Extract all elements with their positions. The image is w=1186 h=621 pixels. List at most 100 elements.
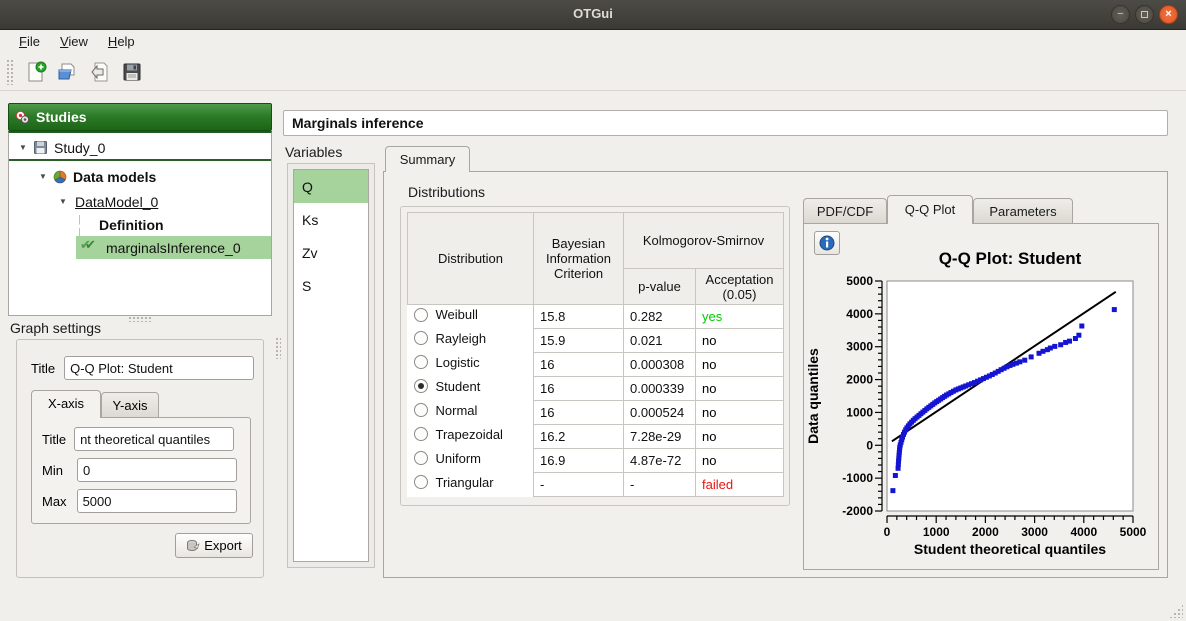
table-row[interactable]: Triangular - - failed — [408, 473, 784, 497]
pvalue-value: 0.000524 — [624, 401, 696, 425]
tree-item-data-model[interactable]: ▼ DataModel_0 — [9, 190, 271, 213]
radio-button[interactable] — [414, 451, 428, 465]
tab-x-axis[interactable]: X-axis — [31, 390, 101, 418]
variables-list: Q Ks Zv S — [293, 169, 369, 562]
distribution-name: Trapezoidal — [436, 427, 503, 442]
acceptation-value: no — [696, 329, 784, 353]
window-resize-grip[interactable] — [1169, 604, 1183, 618]
menu-file[interactable]: File — [10, 32, 49, 51]
svg-text:-1000: -1000 — [842, 471, 873, 485]
minimize-icon[interactable]: − — [1111, 5, 1130, 24]
vertical-splitter-handle[interactable] — [275, 337, 281, 359]
bic-value: 16.9 — [534, 449, 624, 473]
acceptation-value: no — [696, 449, 784, 473]
distribution-name: Triangular — [436, 475, 494, 490]
tree-item-data-model-label: DataModel_0 — [75, 194, 158, 210]
radio-button[interactable] — [414, 379, 428, 393]
pvalue-value: 0.021 — [624, 329, 696, 353]
svg-text:2000: 2000 — [972, 525, 999, 539]
variable-item-s[interactable]: S — [294, 269, 368, 302]
export-button[interactable]: Export — [175, 533, 253, 558]
tree-item-definition-label: Definition — [99, 217, 164, 233]
acceptation-value: no — [696, 425, 784, 449]
graph-title-input[interactable] — [64, 356, 254, 380]
menu-help[interactable]: Help — [99, 32, 144, 51]
qq-plot-chart: Q-Q Plot: Student010002000300040005000-2… — [805, 247, 1157, 559]
distributions-table: Distribution Bayesian Information Criter… — [407, 212, 784, 497]
axis-max-input[interactable] — [77, 489, 237, 513]
pvalue-value: - — [624, 473, 696, 497]
expand-arrow-icon[interactable]: ▼ — [17, 143, 29, 152]
axis-title-input[interactable] — [74, 427, 234, 451]
acceptation-value: failed — [696, 473, 784, 497]
distribution-name: Student — [436, 379, 481, 394]
export-button-label: Export — [204, 538, 242, 553]
expand-arrow-icon[interactable]: ▼ — [57, 197, 69, 206]
table-row[interactable]: Trapezoidal 16.2 7.28e-29 no — [408, 425, 784, 449]
import-script-icon — [89, 61, 111, 83]
radio-button[interactable] — [414, 403, 428, 417]
title-bar[interactable]: OTGui − × — [0, 0, 1186, 30]
tree-item-data-models[interactable]: ▼ Data models — [9, 165, 271, 188]
toolbar-drag-handle[interactable] — [6, 59, 14, 85]
export-icon — [186, 539, 200, 553]
variable-item-q[interactable]: Q — [294, 170, 368, 203]
tree-item-marginals-label: marginalsInference_0 — [106, 240, 241, 256]
acceptation-value: yes — [696, 305, 784, 329]
variable-item-zv[interactable]: Zv — [294, 236, 368, 269]
window-controls: − × — [1111, 5, 1178, 24]
import-script-button[interactable] — [84, 57, 116, 87]
svg-text:1000: 1000 — [923, 525, 950, 539]
svg-text:5000: 5000 — [1120, 525, 1147, 539]
tab-pdf-cdf[interactable]: PDF/CDF — [803, 198, 887, 223]
new-study-icon — [25, 61, 47, 83]
pvalue-value: 0.282 — [624, 305, 696, 329]
bic-value: 16.2 — [534, 425, 624, 449]
variable-item-ks[interactable]: Ks — [294, 203, 368, 236]
tab-qq-plot[interactable]: Q-Q Plot — [887, 195, 973, 224]
tree-item-marginals-inference[interactable]: ✔✔ marginalsInference_0 — [9, 236, 271, 259]
table-row[interactable]: Weibull 15.8 0.282 yes — [408, 305, 784, 329]
distribution-name: Rayleigh — [436, 331, 487, 346]
graph-title-label: Title — [31, 361, 55, 376]
radio-button[interactable] — [414, 475, 428, 489]
svg-text:Q-Q Plot: Student: Q-Q Plot: Student — [939, 249, 1082, 268]
graph-settings-label: Graph settings — [10, 320, 101, 336]
radio-button[interactable] — [414, 355, 428, 369]
axis-min-input[interactable] — [77, 458, 237, 482]
radio-button[interactable] — [414, 427, 428, 441]
tab-y-axis[interactable]: Y-axis — [101, 392, 159, 418]
tree-item-definition[interactable]: Definition — [9, 213, 271, 236]
table-row[interactable]: Normal 16 0.000524 no — [408, 401, 784, 425]
radio-button[interactable] — [414, 308, 428, 322]
open-study-button[interactable] — [52, 57, 84, 87]
acceptation-value: no — [696, 401, 784, 425]
axis-max-label: Max — [42, 494, 67, 509]
table-row[interactable]: Rayleigh 15.9 0.021 no — [408, 329, 784, 353]
bic-value: - — [534, 473, 624, 497]
maximize-icon[interactable] — [1135, 5, 1154, 24]
expand-arrow-icon[interactable]: ▼ — [37, 172, 49, 181]
close-icon[interactable]: × — [1159, 5, 1178, 24]
save-button[interactable] — [116, 57, 148, 87]
new-study-button[interactable] — [20, 57, 52, 87]
pvalue-value: 0.000308 — [624, 353, 696, 377]
studies-panel-title: Studies — [36, 109, 87, 125]
horizontal-splitter-handle[interactable] — [128, 316, 152, 322]
svg-text:0: 0 — [866, 438, 873, 452]
radio-button[interactable] — [414, 331, 428, 345]
axis-title-label: Title — [42, 432, 66, 447]
menu-bar: File View Help — [0, 30, 1186, 53]
distributions-label: Distributions — [408, 184, 485, 200]
table-row[interactable]: Student 16 0.000339 no — [408, 377, 784, 401]
bic-value: 15.8 — [534, 305, 624, 329]
svg-text:5000: 5000 — [846, 274, 873, 288]
tab-summary[interactable]: Summary — [385, 146, 470, 172]
table-row[interactable]: Uniform 16.9 4.87e-72 no — [408, 449, 784, 473]
column-header-bic: Bayesian Information Criterion — [534, 213, 624, 305]
menu-view[interactable]: View — [51, 32, 97, 51]
table-row[interactable]: Logistic 16 0.000308 no — [408, 353, 784, 377]
svg-text:0: 0 — [884, 525, 891, 539]
tab-parameters[interactable]: Parameters — [973, 198, 1073, 223]
tree-item-study[interactable]: ▼ Study_0 — [9, 138, 271, 161]
